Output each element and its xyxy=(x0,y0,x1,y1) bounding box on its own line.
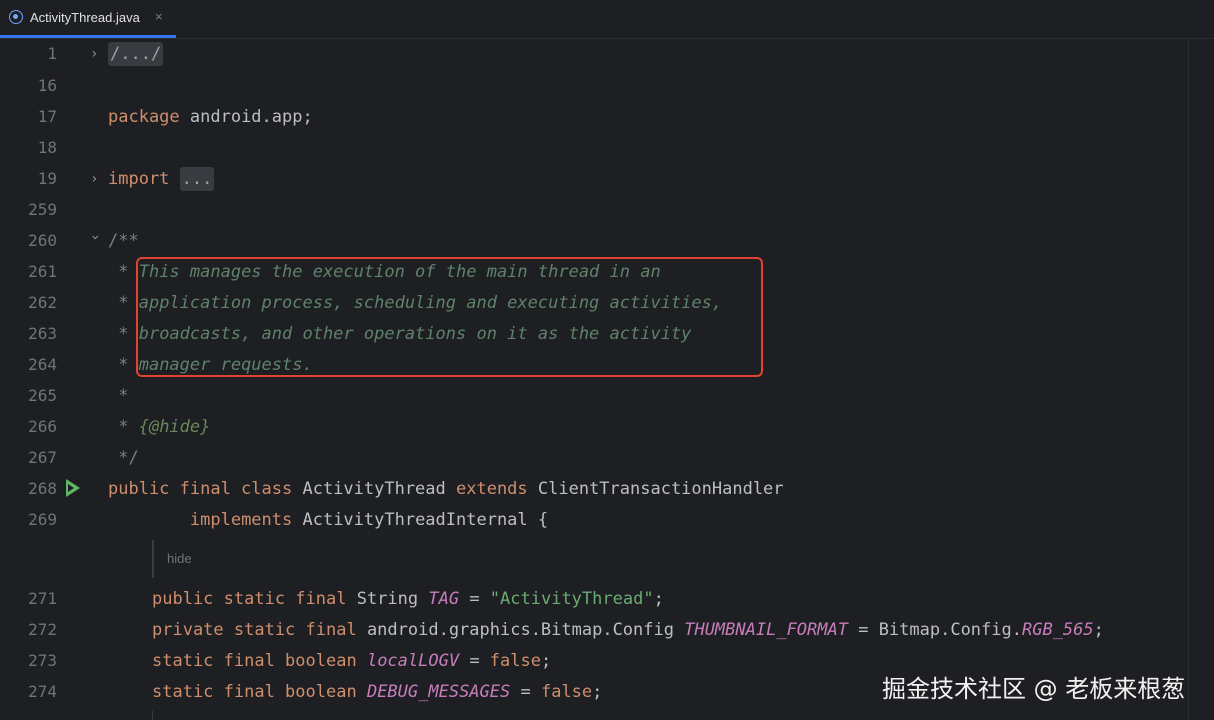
tab-activitythread-java[interactable]: ActivityThread.java × xyxy=(0,0,176,38)
line-number: 267 xyxy=(28,448,57,467)
keyword: static final boolean xyxy=(152,682,357,702)
line-number: 266 xyxy=(28,417,57,436)
line-number: 269 xyxy=(28,510,57,529)
code-line-273: static final boolean localLOGV = false; xyxy=(152,651,551,671)
keyword: false xyxy=(489,651,541,671)
doc-tag: {@hide} xyxy=(138,417,211,437)
class-name: ActivityThread xyxy=(292,479,456,499)
code-line-260: /** xyxy=(108,231,139,251)
folded-imports[interactable]: ... xyxy=(179,167,215,191)
keyword: extends xyxy=(456,479,528,499)
line-number: 268 xyxy=(28,479,57,498)
indent-guide xyxy=(152,711,153,720)
line-number: 260 xyxy=(28,231,57,250)
constant: RGB_565 xyxy=(1021,620,1094,640)
string-literal: "ActivityThread" xyxy=(489,589,654,609)
run-icon-inner xyxy=(68,484,74,492)
semicolon: ; xyxy=(540,651,552,671)
operator: = xyxy=(459,589,490,609)
code-text: ClientTransactionHandler xyxy=(527,479,784,499)
comment-star: * xyxy=(108,355,139,375)
code-line-269: implements ActivityThreadInternal { xyxy=(108,510,548,530)
chevron-right-icon[interactable]: › xyxy=(90,172,102,186)
code-line-271: public static final String TAG = "Activi… xyxy=(152,589,664,609)
line-number: 263 xyxy=(28,324,57,343)
inlay-hint-label[interactable]: hide xyxy=(167,551,192,566)
code-line-267: */ xyxy=(108,448,139,468)
type-name: String xyxy=(346,589,429,609)
constant: DEBUG_MESSAGES xyxy=(366,682,511,702)
line-number: 262 xyxy=(28,293,57,312)
tab-label: ActivityThread.java xyxy=(30,10,140,25)
code-line-272: private static final android.graphics.Bi… xyxy=(152,620,1104,640)
keyword: false xyxy=(540,682,593,702)
code-line-17: package android.app; xyxy=(108,107,313,127)
semicolon: ; xyxy=(653,589,664,609)
keyword: public static final xyxy=(152,589,347,609)
operator: = xyxy=(459,651,490,671)
line-number: 272 xyxy=(28,620,57,639)
line-number: 17 xyxy=(37,107,57,126)
comment-star: * xyxy=(108,324,139,344)
code-line-266: * {@hide} xyxy=(108,417,210,437)
line-number: 1 xyxy=(47,44,57,63)
comment-star: * xyxy=(108,262,139,282)
inlay-hint-bar xyxy=(152,540,154,578)
keyword: public final class xyxy=(108,479,293,499)
watermark: 掘金技术社区 @ 老板来根葱 xyxy=(882,675,1186,703)
keyword: private static final xyxy=(152,620,357,640)
operator: = xyxy=(510,682,541,702)
java-class-icon xyxy=(9,10,23,24)
keyword: implements xyxy=(189,510,293,530)
keyword: import xyxy=(108,169,170,189)
line-number: 273 xyxy=(28,651,57,670)
code-line-268: public final class ActivityThread extend… xyxy=(108,479,784,499)
line-number: 264 xyxy=(28,355,57,374)
line-number: 265 xyxy=(28,386,57,405)
type-name: android.graphics.Bitmap.Config xyxy=(356,620,685,640)
keyword: static final boolean xyxy=(152,651,357,671)
scrollbar-track[interactable] xyxy=(1188,38,1189,720)
constant: localLOGV xyxy=(366,651,460,671)
code-line-19: import ... xyxy=(108,167,215,191)
line-number: 274 xyxy=(28,682,57,701)
line-number: 19 xyxy=(37,169,57,188)
folded-region[interactable]: /.../ xyxy=(108,42,164,66)
close-icon[interactable]: × xyxy=(155,9,163,24)
semicolon: ; xyxy=(592,682,603,702)
code-line-1: /.../ xyxy=(108,42,164,66)
chevron-right-icon[interactable]: › xyxy=(90,47,102,61)
line-number: 18 xyxy=(37,138,57,157)
code-text: android.app; xyxy=(179,107,313,127)
code-text: ActivityThreadInternal { xyxy=(292,510,549,530)
constant: THUMBNAIL_FORMAT xyxy=(684,620,848,640)
comment-star: * xyxy=(108,417,139,437)
chevron-down-icon[interactable]: › xyxy=(87,233,103,245)
code-line-274: static final boolean DEBUG_MESSAGES = fa… xyxy=(152,682,602,702)
semicolon: ; xyxy=(1093,620,1104,640)
annotation-highlight-box xyxy=(136,257,763,377)
constant: TAG xyxy=(428,589,460,609)
line-number: 16 xyxy=(37,76,57,95)
line-number: 261 xyxy=(28,262,57,281)
line-number: 259 xyxy=(28,200,57,219)
code-editor[interactable]: 1 16 17 18 19 259 260 261 262 263 264 26… xyxy=(0,38,1214,720)
keyword: package xyxy=(108,107,180,127)
operator: = Bitmap.Config. xyxy=(847,620,1022,640)
code-line-265: * xyxy=(108,386,129,406)
comment-star: * xyxy=(108,293,139,313)
line-number: 271 xyxy=(28,589,57,608)
editor-tab-bar: ActivityThread.java × xyxy=(0,0,1214,39)
